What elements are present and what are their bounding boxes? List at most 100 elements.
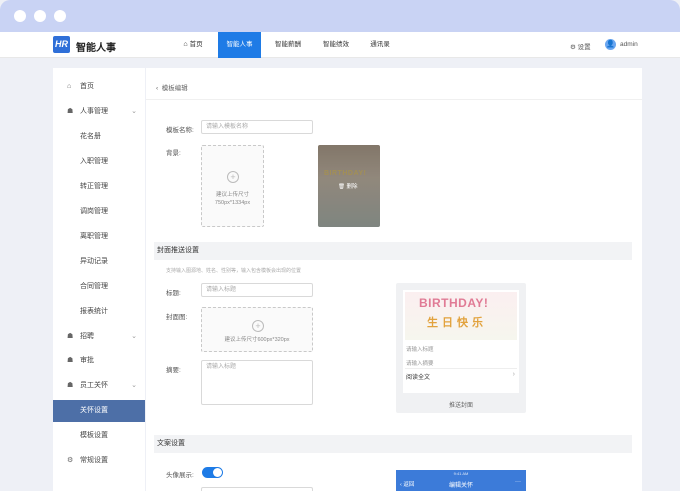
main-panel: ‹ 模板编辑 模板名称: 请输入模板名称 背景: + 建议上传尺寸 750px*… <box>146 68 642 491</box>
sidebar-item-label: 模板设置 <box>80 432 108 439</box>
plus-icon: + <box>252 320 264 332</box>
tab-label: 通讯录 <box>370 41 390 48</box>
hr-logo: HR <box>53 36 70 53</box>
preview-read-more: 阅读全文 <box>406 375 431 381</box>
settings-label: 设置 <box>577 44 591 51</box>
sidebar-item-label: 人事管理 <box>80 108 108 115</box>
breadcrumb[interactable]: ‹ 模板编辑 <box>156 82 188 92</box>
tab-home[interactable]: ⌂ 首页 <box>174 32 212 58</box>
phone-status-bar: 9:41 AM <box>453 471 469 476</box>
sidebar-item-transfer[interactable]: 调岗管理 <box>53 201 145 223</box>
copy-input[interactable] <box>201 487 313 491</box>
sidebar-item-label: 调岗管理 <box>80 208 108 215</box>
sidebar-item-label: 员工关怀 <box>80 382 108 389</box>
gear-icon: ⚙ <box>67 457 74 464</box>
home-icon: ⌂ <box>67 83 72 90</box>
app-name: 智能人事 <box>76 43 116 54</box>
title-label: 标题: <box>166 290 181 297</box>
sidebar-item-label: 异动记录 <box>80 258 108 265</box>
preview-title: 请输入标题 <box>406 347 434 353</box>
tab-label: 智能薪酬 <box>275 41 301 48</box>
background-label: 背景: <box>166 150 181 157</box>
sidebar-item-contracts[interactable]: 合同管理 <box>53 276 145 298</box>
phone-preview: 9:41 AM ‹ 返回 编辑关怀 ··· <box>396 470 526 491</box>
sidebar-item-label: 转正管理 <box>80 183 108 190</box>
cover-hint: 建议上传尺寸600px*320px <box>224 337 290 343</box>
sidebar-item-label: 入职管理 <box>80 158 108 165</box>
summary-label: 摘要: <box>166 367 181 374</box>
tab-smart-performance[interactable]: 智能绩效 <box>316 32 356 58</box>
upload-hint-line: 建议上传尺寸 <box>215 192 249 198</box>
summary-textarea[interactable]: 请输入标题 <box>201 360 313 405</box>
avatar-display-label: 头像展示: <box>166 472 194 479</box>
sidebar: ⌂ 首页 ☗ 人事管理 ⌄ 花名册 入职管理 转正管理 调岗管理 离职管理 异动… <box>53 68 145 491</box>
push-section-header: 封面推送设置 <box>154 242 632 260</box>
preview-summary: 请输入摘要 <box>406 361 434 367</box>
sidebar-item-roster[interactable]: 花名册 <box>53 126 145 148</box>
upload-hint: 建议上传尺寸 750px*1334px <box>202 191 263 207</box>
avatar[interactable]: 👤 <box>605 39 616 50</box>
sidebar-item-employee-care[interactable]: ☗ 员工关怀 ⌄ <box>53 375 145 397</box>
avatar-display-toggle[interactable] <box>202 467 223 478</box>
sidebar-item-regularization[interactable]: 转正管理 <box>53 176 145 198</box>
sidebar-item-home[interactable]: ⌂ 首页 <box>53 76 145 98</box>
sidebar-item-label: 审批 <box>80 357 94 364</box>
user-name[interactable]: admin <box>620 41 638 48</box>
tab-smart-hr[interactable]: 智能人事 <box>218 32 261 58</box>
sidebar-item-label: 招聘 <box>80 333 94 340</box>
background-upload[interactable]: + 建议上传尺寸 750px*1334px <box>201 145 264 227</box>
sidebar-item-general-settings[interactable]: ⚙ 常规设置 <box>53 450 145 472</box>
upload-hint-line: 750px*1334px <box>214 200 251 206</box>
cover-label: 封面图: <box>166 314 188 321</box>
approve-icon: ☗ <box>67 357 74 364</box>
preview-divider <box>405 368 517 369</box>
tab-label: 首页 <box>189 41 203 48</box>
sidebar-item-template-settings[interactable]: 模板设置 <box>53 425 145 447</box>
preview-image-subtitle: 生日快乐 <box>427 317 487 329</box>
title-input[interactable]: 请输入标题 <box>201 283 313 297</box>
chevron-down-icon: ⌄ <box>131 333 137 340</box>
tab-smart-salary[interactable]: 智能薪酬 <box>268 32 308 58</box>
copy-section-header: 文案设置 <box>154 435 632 453</box>
preview-image-title: BIRTHDAY! <box>419 296 489 310</box>
recruit-icon: ☗ <box>67 333 74 340</box>
sidebar-item-reports[interactable]: 报表统计 <box>53 301 145 323</box>
sidebar-item-resignation[interactable]: 离职管理 <box>53 226 145 248</box>
window-dot-icon[interactable] <box>14 10 26 22</box>
users-icon: ☗ <box>67 108 74 115</box>
home-icon: ⌂ <box>183 41 188 48</box>
sidebar-item-label: 花名册 <box>80 133 101 140</box>
sidebar-item-onboarding[interactable]: 入职管理 <box>53 151 145 173</box>
care-icon: ☗ <box>67 382 74 389</box>
delete-button[interactable]: 🗑 删除 <box>338 182 358 190</box>
delete-label: 删除 <box>346 184 358 190</box>
sidebar-item-care-settings[interactable]: 关怀设置 <box>53 400 145 422</box>
tab-contacts[interactable]: 通讯录 <box>362 32 398 58</box>
sidebar-item-label: 常规设置 <box>80 457 108 464</box>
background-thumbnail[interactable]: BIRTHDAY! 🗑 删除 <box>318 145 380 227</box>
sidebar-item-change-log[interactable]: 异动记录 <box>53 251 145 273</box>
sidebar-item-recruit[interactable]: ☗ 招聘 ⌄ <box>53 326 145 348</box>
phone-title: 编辑关怀 <box>448 483 473 489</box>
chevron-down-icon: ⌄ <box>131 382 137 389</box>
window-dot-icon[interactable] <box>34 10 46 22</box>
window-dot-icon[interactable] <box>54 10 66 22</box>
trash-icon: 🗑 <box>338 184 345 190</box>
preview-image: BIRTHDAY! 生日快乐 <box>405 292 517 340</box>
settings-button[interactable]: ⚙ 设置 <box>570 41 591 51</box>
sidebar-item-approval[interactable]: ☗ 审批 <box>53 350 145 372</box>
sidebar-item-label: 离职管理 <box>80 233 108 240</box>
sidebar-item-label: 关怀设置 <box>80 407 108 414</box>
tab-label: 智能人事 <box>226 41 253 48</box>
cover-upload[interactable]: + 建议上传尺寸600px*320px <box>201 307 313 352</box>
sidebar-item-hr-management[interactable]: ☗ 人事管理 ⌄ <box>53 101 145 123</box>
preview-card: BIRTHDAY! 生日快乐 请输入标题 请输入摘要 阅读全文 › <box>403 290 519 393</box>
tab-label: 智能绩效 <box>323 41 349 48</box>
window-chrome <box>0 0 680 32</box>
sidebar-item-label: 合同管理 <box>80 283 108 290</box>
top-navbar: HR 智能人事 ⌂ 首页 智能人事 智能薪酬 智能绩效 通讯录 ⚙ 设置 👤 ad… <box>0 32 680 58</box>
template-name-input[interactable]: 请输入模板名称 <box>201 120 313 134</box>
header-divider <box>146 99 642 100</box>
breadcrumb-label: 模板编辑 <box>161 85 188 92</box>
push-hint: 支持输入图源地、姓名、性别等，输入包含模板会出现的位置 <box>166 268 302 274</box>
